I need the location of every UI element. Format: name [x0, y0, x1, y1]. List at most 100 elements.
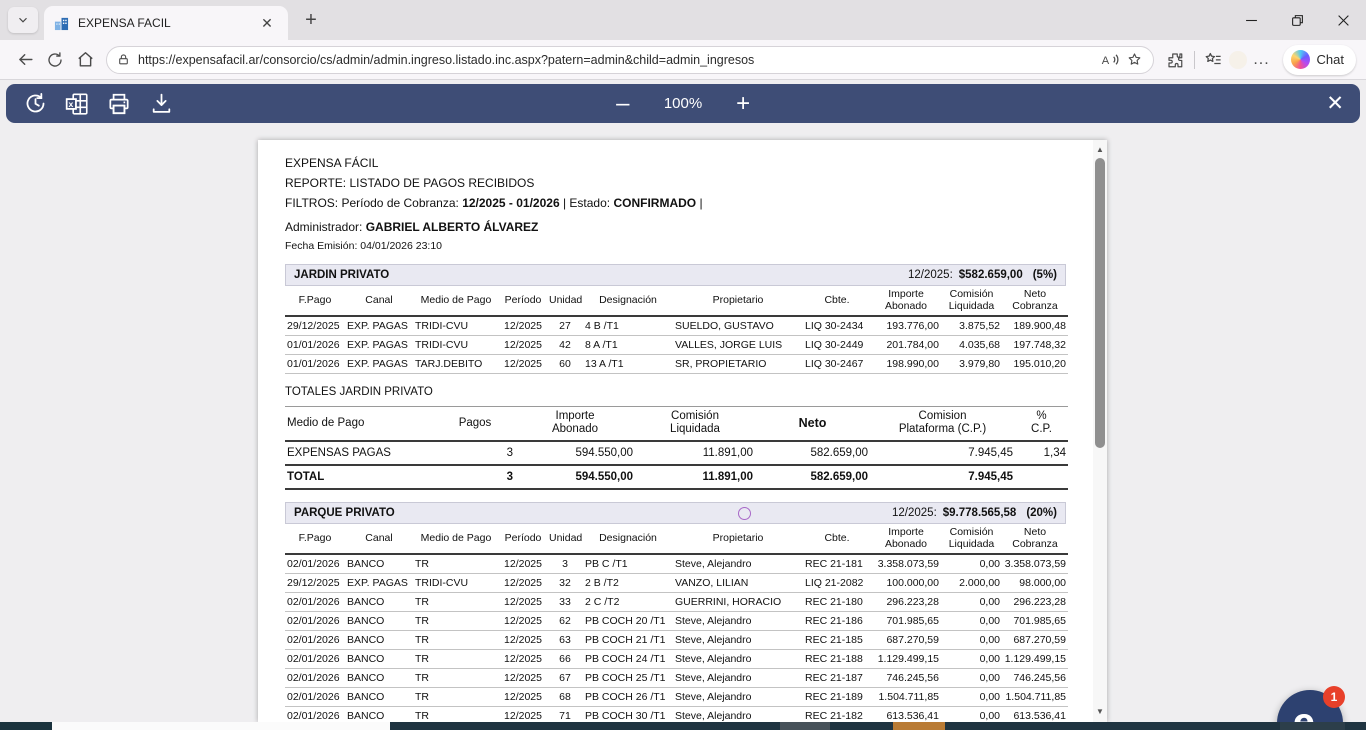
table-cell: 582.659,00: [755, 465, 870, 489]
column-header: ComisiónLiquidada: [941, 524, 1002, 554]
table-cell: 1,34: [1015, 441, 1068, 465]
more-options-icon[interactable]: ...: [1247, 45, 1277, 75]
table-cell: 29/12/2025: [285, 573, 345, 592]
refresh-icon[interactable]: [40, 45, 70, 75]
download-icon[interactable]: [144, 87, 178, 121]
table-cell: BANCO: [345, 687, 413, 706]
column-header: Cbte.: [803, 524, 871, 554]
back-icon[interactable]: [10, 45, 40, 75]
extension-icon-faded[interactable]: [1229, 51, 1247, 69]
page-scrollbar[interactable]: ▲ ▼: [1093, 140, 1107, 722]
history-icon[interactable]: [18, 87, 52, 121]
table-cell: 1.129.499,15: [871, 649, 941, 668]
table-cell: 63: [547, 630, 583, 649]
restore-button[interactable]: [1274, 0, 1320, 40]
table-cell: PB COCH 21 /T1: [583, 630, 673, 649]
zoom-in-button[interactable]: +: [728, 92, 758, 116]
table-cell: REC 21-180: [803, 592, 871, 611]
table-cell: VALLES, JORGE LUIS: [673, 335, 803, 354]
browser-navbar: https://expensafacil.ar/consorcio/cs/adm…: [0, 40, 1366, 80]
table-cell: TR: [413, 687, 499, 706]
table-cell: 701.985,65: [1002, 611, 1068, 630]
table-cell: 3.358.073,59: [871, 554, 941, 574]
table-cell: 0,00: [941, 592, 1002, 611]
tab-close-icon[interactable]: ✕: [256, 12, 278, 34]
new-tab-button[interactable]: +: [300, 9, 322, 31]
favorites-bar-icon[interactable]: [1199, 45, 1229, 75]
scrollbar-thumb[interactable]: [1095, 158, 1105, 448]
table-cell: 12/2025: [499, 554, 547, 574]
column-header: Designación: [583, 524, 673, 554]
table-cell: 01/01/2026: [285, 354, 345, 373]
browser-tab[interactable]: EXPENSA FACIL ✕: [44, 6, 288, 40]
favorite-star-icon[interactable]: [1126, 51, 1143, 68]
table-cell: REC 21-182: [803, 706, 871, 722]
table-cell: GUERRINI, HORACIO: [673, 592, 803, 611]
lock-icon[interactable]: [117, 53, 130, 66]
report-viewer-toolbar: x – 100% + ✕: [6, 84, 1360, 123]
table-cell: 195.010,20: [1002, 354, 1068, 373]
table-cell: TOTAL: [285, 465, 435, 489]
print-icon[interactable]: [102, 87, 136, 121]
table-cell: REC 21-187: [803, 668, 871, 687]
extensions-icon[interactable]: [1160, 45, 1190, 75]
report-emission-date: Fecha Emisión: 04/01/2026 23:10: [285, 240, 1066, 252]
table-cell: LIQ 21-2082: [803, 573, 871, 592]
toolbar-divider: [1194, 51, 1195, 69]
minimize-button[interactable]: [1228, 0, 1274, 40]
scroll-up-button[interactable]: ▲: [1093, 142, 1107, 156]
column-header: ImporteAbonado: [871, 524, 941, 554]
table-cell: 12/2025: [499, 687, 547, 706]
table-cell: 701.985,65: [871, 611, 941, 630]
table-cell: 12/2025: [499, 354, 547, 373]
table-cell: PB COCH 25 /T1: [583, 668, 673, 687]
tab-search-button[interactable]: [8, 7, 38, 33]
table-cell: 197.748,32: [1002, 335, 1068, 354]
home-icon[interactable]: [70, 45, 100, 75]
table-row: 02/01/2026BANCOTR12/202563PB COCH 21 /T1…: [285, 630, 1068, 649]
column-header: ComisiónLiquidada: [635, 406, 755, 441]
url-text[interactable]: https://expensafacil.ar/consorcio/cs/adm…: [138, 53, 1101, 67]
table-cell: 60: [547, 354, 583, 373]
table-row: TOTAL3594.550,0011.891,00582.659,007.945…: [285, 465, 1068, 489]
table-cell: TRIDI-CVU: [413, 335, 499, 354]
annotation-circle: [738, 507, 751, 520]
read-aloud-icon[interactable]: A: [1101, 52, 1120, 68]
close-button[interactable]: [1320, 0, 1366, 40]
scroll-down-button[interactable]: ▼: [1093, 704, 1107, 718]
column-header: Designación: [583, 286, 673, 316]
table-cell: 66: [547, 649, 583, 668]
column-header: ComisiónLiquidada: [941, 286, 1002, 316]
table-cell: 3: [435, 441, 515, 465]
table-cell: 613.536,41: [871, 706, 941, 722]
payments-table-jardin: F.PagoCanalMedio de PagoPeríodoUnidadDes…: [285, 286, 1068, 374]
table-cell: Steve, Alejandro: [673, 668, 803, 687]
table-cell: 12/2025: [499, 573, 547, 592]
table-cell: 687.270,59: [1002, 630, 1068, 649]
table-cell: 687.270,59: [871, 630, 941, 649]
table-cell: 0,00: [941, 630, 1002, 649]
export-excel-icon[interactable]: x: [60, 87, 94, 121]
table-cell: SR, PROPIETARIO: [673, 354, 803, 373]
table-cell: 0,00: [941, 687, 1002, 706]
section-header-parque: PARQUE PRIVATO 12/2025:$9.778.565,58(20%…: [285, 502, 1066, 524]
totals-table-jardin: Medio de PagoPagosImporteAbonadoComisión…: [285, 406, 1068, 490]
chat-label: Chat: [1317, 52, 1344, 67]
table-cell: REC 21-185: [803, 630, 871, 649]
zoom-out-button[interactable]: –: [608, 92, 638, 116]
table-cell: 2 B /T2: [583, 573, 673, 592]
column-header: NetoCobranza: [1002, 524, 1068, 554]
table-row: 02/01/2026BANCOTR12/202571PB COCH 30 /T1…: [285, 706, 1068, 722]
table-cell: 29/12/2025: [285, 316, 345, 336]
viewer-close-button[interactable]: ✕: [1326, 91, 1344, 116]
table-cell: 11.891,00: [635, 465, 755, 489]
report-title: REPORTE: LISTADO DE PAGOS RECIBIDOS: [285, 176, 1066, 190]
copilot-chat-button[interactable]: Chat: [1283, 45, 1356, 75]
table-cell: Steve, Alejandro: [673, 687, 803, 706]
address-bar[interactable]: https://expensafacil.ar/consorcio/cs/adm…: [106, 46, 1154, 74]
report-page: EXPENSA FÁCIL REPORTE: LISTADO DE PAGOS …: [258, 140, 1107, 722]
table-cell: LIQ 30-2434: [803, 316, 871, 336]
table-row: 29/12/2025EXP. PAGASTRIDI-CVU12/2025322 …: [285, 573, 1068, 592]
table-cell: PB C /T1: [583, 554, 673, 574]
table-cell: Steve, Alejandro: [673, 706, 803, 722]
